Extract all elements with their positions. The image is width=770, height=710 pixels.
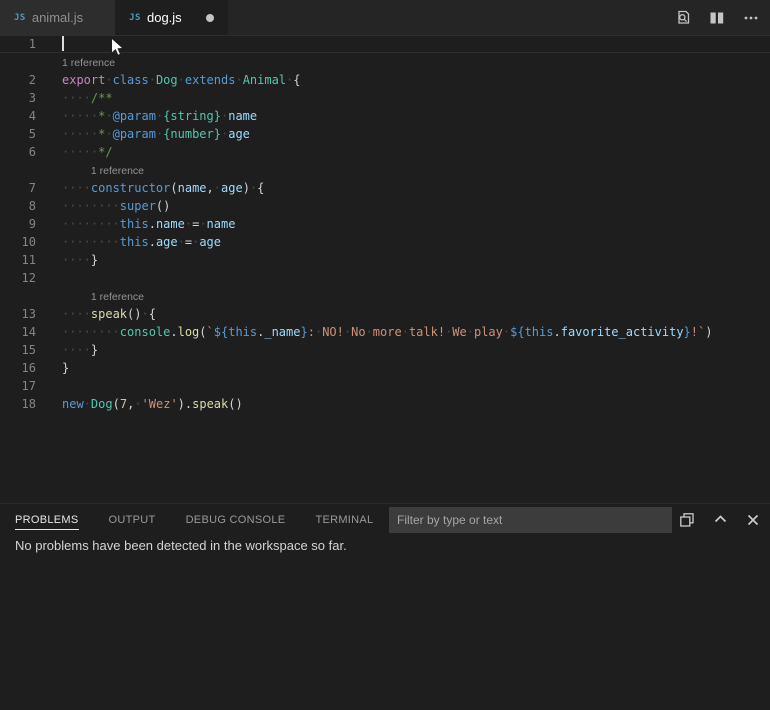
problems-filter-input[interactable] bbox=[389, 507, 672, 533]
line-number[interactable] bbox=[0, 161, 36, 179]
close-panel-icon[interactable] bbox=[744, 511, 762, 529]
code-line[interactable]: ·····*/ bbox=[36, 143, 113, 161]
code-line[interactable]: export·class·Dog·extends·Animal·{ bbox=[36, 71, 301, 89]
editor-row: 16} bbox=[0, 359, 770, 377]
editor-actions bbox=[674, 0, 760, 35]
line-number[interactable]: 6 bbox=[0, 143, 36, 161]
editor-row: 18new·Dog(7,·'Wez').speak() bbox=[0, 395, 770, 413]
maximize-panel-icon[interactable] bbox=[711, 511, 729, 529]
panel-tab-output[interactable]: OUTPUT bbox=[109, 510, 156, 529]
code-line[interactable]: ········console.log(`${this._name}:·NO!·… bbox=[36, 323, 712, 341]
panel-tab-terminal[interactable]: TERMINAL bbox=[315, 510, 373, 529]
tab-dog.js[interactable]: JS dog.js bbox=[115, 0, 228, 35]
code-line[interactable]: ····} bbox=[36, 341, 98, 359]
modified-dot-icon[interactable] bbox=[206, 14, 214, 22]
line-number[interactable]: 11 bbox=[0, 251, 36, 269]
line-number[interactable] bbox=[0, 287, 36, 305]
js-file-icon: JS bbox=[14, 13, 26, 23]
code-line[interactable]: new·Dog(7,·'Wez').speak() bbox=[36, 395, 243, 413]
editor-row: 7····constructor(name,·age)·{ bbox=[0, 179, 770, 197]
code-line[interactable] bbox=[36, 269, 62, 287]
editor-row: 2export·class·Dog·extends·Animal·{ bbox=[0, 71, 770, 89]
code-line[interactable]: ····speak()·{ bbox=[36, 305, 156, 323]
editor-row: 5·····*·@param·{number}·age bbox=[0, 125, 770, 143]
codelens-reference[interactable]: 1 reference bbox=[36, 53, 115, 71]
editor-row: 13····speak()·{ bbox=[0, 305, 770, 323]
text-cursor bbox=[62, 36, 64, 51]
editor-row: 10········this.age·=·age bbox=[0, 233, 770, 251]
editor-row: 14········console.log(`${this._name}:·NO… bbox=[0, 323, 770, 341]
line-number[interactable]: 18 bbox=[0, 395, 36, 413]
codelens-reference[interactable]: 1 reference bbox=[36, 161, 144, 179]
line-number[interactable]: 5 bbox=[0, 125, 36, 143]
codelens-row: 1 reference bbox=[0, 53, 770, 71]
panel-tabs: PROBLEMS OUTPUT DEBUG CONSOLE TERMINAL bbox=[15, 504, 373, 535]
code-line[interactable]: ····constructor(name,·age)·{ bbox=[36, 179, 264, 197]
line-number[interactable]: 9 bbox=[0, 215, 36, 233]
code-line[interactable] bbox=[36, 35, 62, 53]
editor-row: 8········super() bbox=[0, 197, 770, 215]
line-number[interactable]: 1 bbox=[0, 35, 36, 53]
codelens-row: 1 reference bbox=[0, 287, 770, 305]
codelens-row: 1 reference bbox=[0, 161, 770, 179]
code-line[interactable]: } bbox=[36, 359, 69, 377]
code-line[interactable] bbox=[36, 377, 62, 395]
code-line[interactable]: ····/** bbox=[36, 89, 113, 107]
editor-rows: 11 reference2export·class·Dog·extends·An… bbox=[0, 35, 770, 503]
vscode-window: JSanimal.jsJSdog.js 11 reference2export·… bbox=[0, 0, 770, 710]
code-line[interactable]: ········super() bbox=[36, 197, 170, 215]
codelens-reference[interactable]: 1 reference bbox=[36, 287, 144, 305]
split-editor-icon[interactable] bbox=[708, 9, 726, 27]
line-number[interactable]: 14 bbox=[0, 323, 36, 341]
line-number[interactable]: 3 bbox=[0, 89, 36, 107]
editor-row: 9········this.name·=·name bbox=[0, 215, 770, 233]
panel-tab-problems[interactable]: PROBLEMS bbox=[15, 510, 79, 530]
line-number[interactable]: 2 bbox=[0, 71, 36, 89]
editor-row: 17 bbox=[0, 377, 770, 395]
code-line[interactable]: ·····*·@param·{number}·age bbox=[36, 125, 250, 143]
more-actions-icon[interactable] bbox=[742, 9, 760, 27]
tab-animal.js[interactable]: JS animal.js bbox=[0, 0, 115, 35]
collapse-all-icon[interactable] bbox=[678, 511, 696, 529]
line-number[interactable]: 15 bbox=[0, 341, 36, 359]
panel-tab-debug-console[interactable]: DEBUG CONSOLE bbox=[186, 510, 286, 529]
line-number[interactable]: 10 bbox=[0, 233, 36, 251]
line-number[interactable]: 16 bbox=[0, 359, 36, 377]
tab-label: animal.js bbox=[32, 10, 83, 25]
line-number[interactable]: 4 bbox=[0, 107, 36, 125]
editor-row: 1 bbox=[0, 35, 770, 53]
bottom-panel: PROBLEMS OUTPUT DEBUG CONSOLE TERMINAL No p… bbox=[0, 503, 770, 710]
code-line[interactable]: ····} bbox=[36, 251, 98, 269]
code-line[interactable]: ·····*·@param·{string}·name bbox=[36, 107, 257, 125]
line-number[interactable] bbox=[0, 53, 36, 71]
editor-row: 6·····*/ bbox=[0, 143, 770, 161]
line-number[interactable]: 12 bbox=[0, 269, 36, 287]
tab-label: dog.js bbox=[147, 10, 182, 25]
code-line[interactable]: ········this.name·=·name bbox=[36, 215, 235, 233]
line-number[interactable]: 8 bbox=[0, 197, 36, 215]
panel-actions bbox=[678, 504, 762, 535]
code-line[interactable]: ········this.age·=·age bbox=[36, 233, 221, 251]
tab-strip: JS animal.js JS dog.js bbox=[0, 0, 770, 35]
js-file-icon: JS bbox=[129, 13, 141, 23]
editor-row: 12 bbox=[0, 269, 770, 287]
editor-row: 4·····*·@param·{string}·name bbox=[0, 107, 770, 125]
search-file-icon[interactable] bbox=[674, 9, 692, 27]
line-number[interactable]: 17 bbox=[0, 377, 36, 395]
problems-message: No problems have been detected in the wo… bbox=[15, 538, 347, 553]
line-number[interactable]: 13 bbox=[0, 305, 36, 323]
editor-row: 11····} bbox=[0, 251, 770, 269]
editor-row: 3····/** bbox=[0, 89, 770, 107]
editor-row: 15····} bbox=[0, 341, 770, 359]
line-number[interactable]: 7 bbox=[0, 179, 36, 197]
